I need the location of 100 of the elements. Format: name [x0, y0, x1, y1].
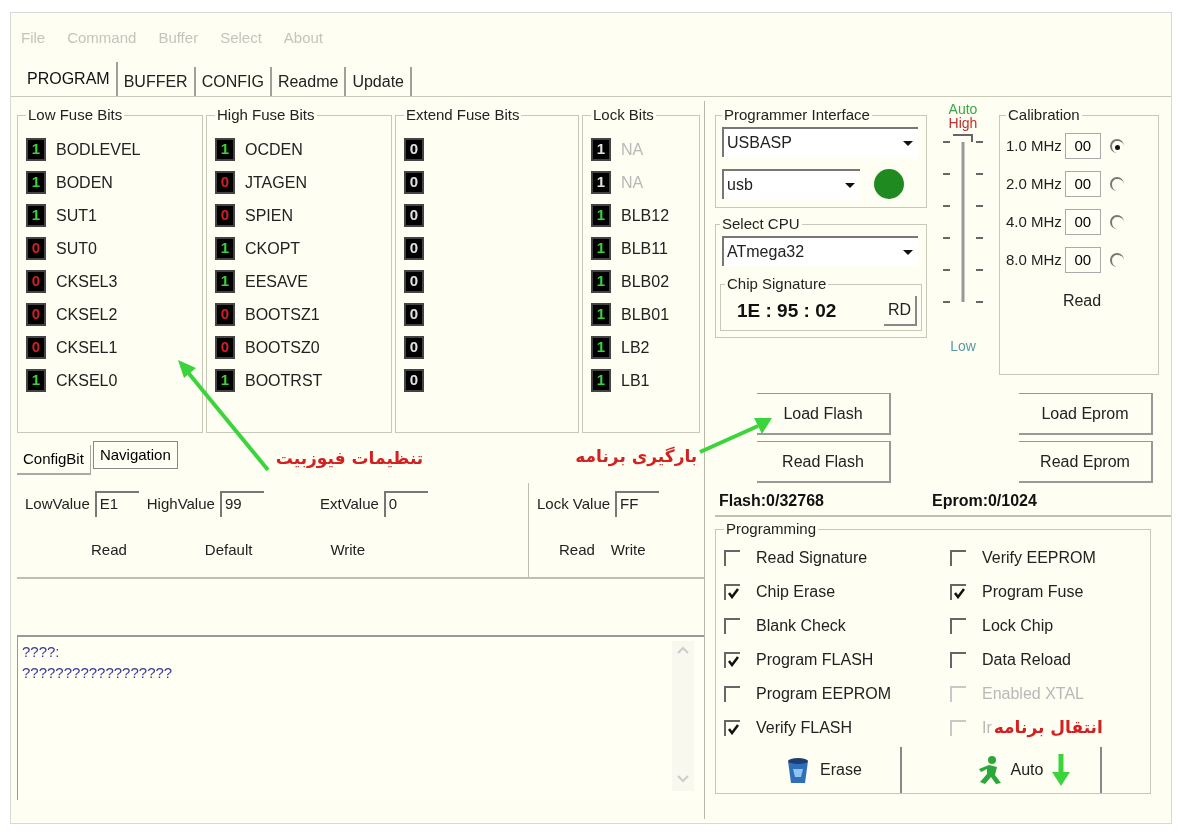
bit-toggle[interactable]: 1 — [591, 237, 611, 260]
value-field[interactable]: 99 — [219, 491, 264, 517]
value-field[interactable]: 00 — [1064, 133, 1101, 159]
sub-tab[interactable]: Navigation — [92, 441, 178, 469]
bit-toggle[interactable]: 1 — [215, 270, 235, 293]
bit-toggle[interactable]: 0 — [404, 336, 424, 359]
bit-toggle[interactable]: 1 — [26, 369, 46, 392]
text-button[interactable]: Write — [326, 538, 370, 562]
text-button[interactable]: Default — [200, 538, 257, 562]
bit-toggle[interactable]: 1 — [26, 204, 46, 227]
checkbox[interactable] — [724, 686, 740, 702]
bit-toggle[interactable]: 0 — [404, 270, 424, 293]
bit-toggle[interactable]: 1 — [215, 138, 235, 161]
dropdown[interactable]: ATmega32 — [722, 236, 918, 266]
checkbox[interactable] — [950, 584, 966, 600]
value-field[interactable]: FF — [615, 491, 660, 517]
tab[interactable]: BUFFER — [117, 67, 196, 96]
checkbox[interactable] — [724, 550, 740, 566]
value-field[interactable]: 00 — [1064, 171, 1101, 197]
action-button[interactable]: Auto — [946, 747, 1102, 793]
action-button[interactable]: Erase — [746, 747, 902, 793]
dropdown[interactable]: usb — [722, 169, 860, 199]
checkbox[interactable] — [724, 618, 740, 634]
bit-toggle[interactable]: 1 — [591, 369, 611, 392]
bit-toggle[interactable]: 1 — [26, 138, 46, 161]
bit-toggle[interactable]: 0 — [215, 303, 235, 326]
bit-label: BLB12 — [621, 205, 670, 226]
bit-toggle[interactable]: 0 — [404, 171, 424, 194]
group-title: Extend Fuse Bits — [406, 106, 520, 123]
memory-button[interactable]: Read Eprom — [1019, 441, 1153, 483]
bit-toggle[interactable]: 0 — [404, 303, 424, 326]
bit-toggle[interactable]: 0 — [404, 237, 424, 260]
bit-toggle[interactable]: 1 — [215, 237, 235, 260]
bit-toggle[interactable]: 1 — [591, 171, 611, 194]
checkbox-label: Chip Erase — [756, 582, 836, 602]
checkbox[interactable] — [724, 720, 740, 736]
checkbox[interactable] — [724, 584, 740, 600]
bit-toggle[interactable]: 1 — [591, 204, 611, 227]
bit-toggle[interactable]: 0 — [404, 204, 424, 227]
bit-toggle[interactable]: 0 — [404, 138, 424, 161]
value-field[interactable]: 0 — [383, 491, 428, 517]
slider-label: Auto — [948, 103, 978, 116]
bit-toggle[interactable]: 0 — [404, 369, 424, 392]
bit-label: BLB01 — [621, 304, 670, 325]
group-title: Calibration — [1008, 106, 1080, 123]
bit-toggle[interactable]: 0 — [215, 204, 235, 227]
memory-button[interactable]: Read Flash — [757, 441, 891, 483]
bit-label: NA — [621, 172, 644, 193]
tab[interactable]: Readme — [271, 67, 347, 96]
dropdown[interactable]: USBASP — [722, 127, 918, 157]
bit-toggle[interactable]: 0 — [215, 336, 235, 359]
bit-toggle[interactable]: 1 — [591, 270, 611, 293]
checkbox[interactable] — [950, 550, 966, 566]
bit-toggle[interactable]: 1 — [215, 369, 235, 392]
value-field[interactable]: 00 — [1064, 247, 1101, 273]
text-button[interactable]: Read — [87, 538, 131, 562]
text-button[interactable]: Read — [559, 538, 595, 562]
annotation-text: تنظیمات فیوزبیت — [275, 446, 424, 470]
memory-counter: Eprom:0/1024 — [931, 491, 1037, 511]
bit-toggle[interactable]: 1 — [26, 171, 46, 194]
group-title: Chip Signature — [727, 275, 827, 292]
bit-toggle[interactable]: 1 — [591, 138, 611, 161]
bit-toggle[interactable]: 1 — [591, 303, 611, 326]
memory-button[interactable]: Load Flash — [757, 393, 891, 435]
group-title: High Fuse Bits — [217, 106, 315, 123]
sub-tab[interactable]: ConfigBit — [17, 445, 91, 475]
bit-toggle[interactable]: 0 — [26, 237, 46, 260]
radio-button[interactable] — [1109, 215, 1124, 229]
radio-button[interactable] — [1109, 139, 1124, 153]
checkbox[interactable] — [950, 618, 966, 634]
bit-toggle[interactable]: 0 — [215, 171, 235, 194]
slider-thumb[interactable] — [953, 134, 973, 142]
dropdown-value: ATmega32 — [727, 242, 805, 262]
memory-button[interactable]: Load Eprom — [1019, 393, 1153, 435]
group-title: Low Fuse Bits — [28, 106, 123, 123]
bit-toggle[interactable]: 0 — [26, 303, 46, 326]
tab[interactable]: CONFIG — [195, 67, 272, 96]
radio-button[interactable] — [1109, 177, 1124, 191]
radio-button[interactable] — [1109, 253, 1124, 267]
value-field[interactable]: 00 — [1064, 209, 1101, 235]
value-field[interactable]: E1 — [94, 491, 139, 517]
text-button[interactable]: Write — [610, 538, 646, 562]
bit-label: NA — [621, 139, 644, 160]
field-label: Lock Value — [537, 493, 611, 514]
checkbox-label: Program EEPROM — [756, 684, 892, 704]
read-button[interactable]: Read — [1062, 289, 1102, 313]
bit-toggle[interactable]: 1 — [591, 336, 611, 359]
checkbox[interactable] — [724, 652, 740, 668]
bit-label: CKOPT — [245, 238, 301, 259]
bit-label: CKSEL3 — [56, 271, 118, 292]
check-icon — [953, 587, 965, 599]
bit-toggle[interactable]: 0 — [26, 270, 46, 293]
bit-label: JTAGEN — [245, 172, 307, 193]
read-button[interactable]: RD — [883, 296, 917, 326]
bit-toggle[interactable]: 0 — [26, 336, 46, 359]
checkbox[interactable] — [950, 652, 966, 668]
slider-track[interactable] — [941, 134, 985, 304]
field-label: LowValue — [25, 493, 90, 514]
checkbox-label: Lock Chip — [982, 616, 1054, 636]
tab[interactable]: Update — [346, 67, 412, 96]
